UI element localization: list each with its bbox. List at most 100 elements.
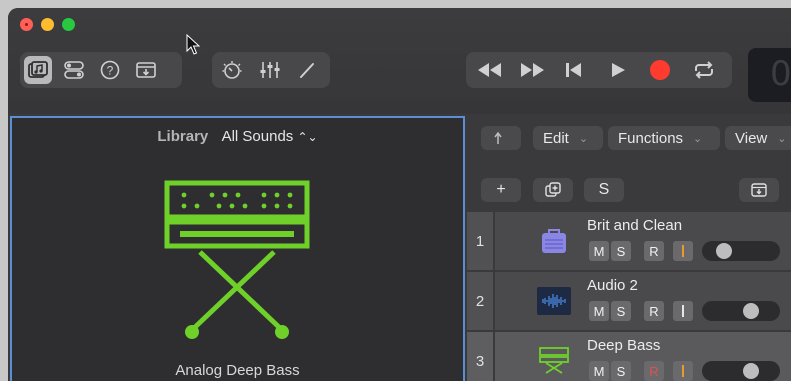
add-track-button[interactable]: + — [481, 178, 521, 202]
track-row[interactable]: 1 Brit and Clean M S R — [467, 212, 791, 270]
input-monitor-indicator — [682, 305, 684, 317]
slider-knob[interactable] — [743, 363, 760, 379]
chevron-down-icon: ⌄ — [578, 132, 589, 145]
minimize-window-button[interactable] — [41, 18, 54, 31]
view-menu[interactable]: View ⌄ — [725, 126, 791, 150]
volume-slider[interactable] — [702, 301, 780, 321]
input-monitoring-button[interactable] — [673, 241, 693, 261]
close-window-button[interactable] — [20, 18, 33, 31]
lcd-readout: 0 — [770, 54, 791, 94]
record-icon — [650, 60, 670, 80]
add-label: + — [496, 181, 506, 198]
track-row[interactable]: 3 Deep Bass M S R — [467, 332, 791, 381]
transport-group — [466, 52, 732, 88]
inspector-icon — [64, 61, 84, 79]
solo-label: S — [598, 181, 610, 198]
slider-knob[interactable] — [743, 303, 760, 319]
track-header[interactable]: Deep Bass M S R — [495, 332, 791, 381]
go-to-beginning-button[interactable] — [560, 56, 588, 84]
input-monitoring-button[interactable] — [673, 301, 693, 321]
track-number: 2 — [467, 272, 493, 330]
functions-menu-label: Functions — [618, 129, 684, 147]
timer-icon — [222, 61, 242, 79]
play-button[interactable] — [604, 56, 632, 84]
selected-patch-name[interactable]: Analog Deep Bass — [12, 362, 463, 379]
help-icon: ? — [100, 60, 120, 80]
metronome-settings-button[interactable] — [218, 56, 246, 84]
logic-window: ? 0 Library All Sounds ⌃⌄ Analog Deep Ba… — [8, 8, 791, 381]
record-enable-button[interactable]: R — [644, 241, 664, 261]
view-menu-label: View — [735, 129, 768, 147]
edit-menu[interactable]: Edit ⌄ — [533, 126, 603, 150]
mute-button[interactable]: M — [589, 361, 609, 381]
skip-back-icon — [566, 63, 581, 77]
solo-button[interactable]: S — [611, 301, 631, 321]
up-down-chevron-icon: ⌃⌄ — [297, 130, 318, 144]
control-bar: ? 0 — [8, 8, 791, 114]
track-name[interactable]: Audio 2 — [587, 277, 638, 294]
solo-button[interactable]: S — [611, 241, 631, 261]
library-header: Library All Sounds ⌃⌄ — [12, 128, 463, 145]
edit-menu-label: Edit — [543, 129, 569, 147]
input-monitoring-button[interactable] — [673, 361, 693, 381]
record-button[interactable] — [646, 56, 674, 84]
lcd-display[interactable]: 0 — [748, 48, 791, 102]
tools-group — [212, 52, 330, 88]
pencil-icon — [300, 63, 314, 78]
slider-knob[interactable] — [715, 243, 732, 259]
rewind-icon — [478, 63, 501, 77]
track-row[interactable]: 2 Audio 2 M S R — [467, 272, 791, 330]
input-monitor-indicator — [682, 245, 684, 257]
library-icon — [28, 61, 48, 78]
synth-keyboard-icon — [164, 180, 310, 339]
editor-button[interactable] — [294, 56, 322, 84]
library-button[interactable] — [24, 56, 52, 84]
volume-slider[interactable] — [702, 361, 780, 381]
duplicate-icon — [545, 182, 561, 197]
amp-icon — [542, 229, 566, 253]
input-monitor-indicator — [682, 365, 684, 377]
maximize-window-button[interactable] — [62, 18, 75, 31]
waveform-icon — [537, 287, 571, 315]
mouse-pointer-icon — [186, 34, 200, 55]
inspector-button[interactable] — [60, 56, 88, 84]
library-title: Library — [157, 128, 209, 145]
sound-category-popup[interactable]: All Sounds ⌃⌄ — [222, 128, 318, 145]
mixer-sliders-icon — [260, 62, 280, 78]
back-arrow-icon — [494, 131, 502, 144]
download-tray-icon — [136, 62, 156, 78]
functions-menu[interactable]: Functions ⌄ — [608, 126, 720, 150]
mute-button[interactable]: M — [589, 241, 609, 261]
chevron-down-icon: ⌄ — [693, 132, 703, 145]
track-header[interactable]: Brit and Clean M S R — [495, 212, 791, 270]
track-number: 1 — [467, 212, 493, 270]
view-buttons-group: ? — [20, 52, 182, 88]
record-enable-button[interactable]: R — [644, 301, 664, 321]
cycle-button[interactable] — [690, 56, 718, 84]
keyboard-icon — [539, 347, 569, 374]
volume-slider[interactable] — [702, 241, 780, 261]
tracks-area: Edit ⌄ Functions ⌄ View ⌄ + S 1 Brit and… — [467, 116, 791, 381]
duplicate-track-button[interactable] — [533, 178, 573, 202]
catch-playhead-button[interactable] — [739, 178, 779, 202]
solo-button[interactable]: S — [611, 361, 631, 381]
library-panel: Library All Sounds ⌃⌄ Analog Deep Bass — [10, 116, 465, 381]
play-icon — [612, 63, 625, 77]
track-header[interactable]: Audio 2 M S R — [495, 272, 791, 330]
svg-text:?: ? — [107, 64, 114, 78]
mute-button[interactable]: M — [589, 301, 609, 321]
fast-forward-button[interactable] — [518, 56, 546, 84]
mixer-button[interactable] — [256, 56, 284, 84]
quick-help-button[interactable]: ? — [96, 56, 124, 84]
download-button[interactable] — [132, 56, 160, 84]
track-name[interactable]: Deep Bass — [587, 337, 660, 354]
track-name[interactable]: Brit and Clean — [587, 217, 682, 234]
rewind-button[interactable] — [476, 56, 504, 84]
cycle-icon — [695, 61, 713, 79]
global-solo-button[interactable]: S — [584, 178, 624, 202]
track-number: 3 — [467, 332, 493, 381]
back-button[interactable] — [481, 126, 521, 150]
download-tray-icon — [751, 183, 767, 197]
record-enable-button[interactable]: R — [644, 361, 664, 381]
chevron-down-icon: ⌄ — [777, 132, 787, 145]
